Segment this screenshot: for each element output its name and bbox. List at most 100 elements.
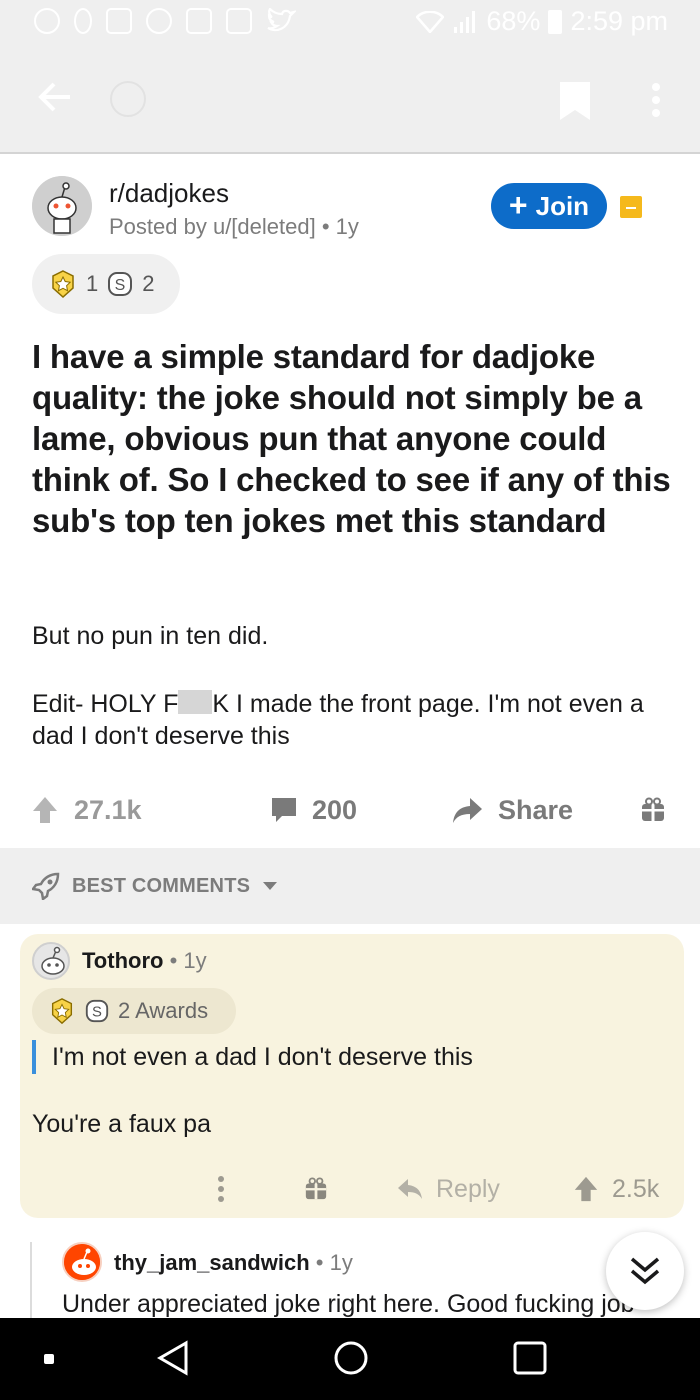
post-title: I have a simple standard for dadjoke qua…	[32, 338, 671, 539]
share-icon	[453, 798, 482, 823]
reply-author-line: thy_jam_sandwich • 1y	[114, 1250, 353, 1275]
snoo-avatar-icon	[64, 1244, 100, 1280]
svg-text:S: S	[115, 277, 126, 294]
search-app-icon	[146, 8, 172, 34]
system-nav-bar	[0, 1318, 700, 1400]
back-button[interactable]	[36, 78, 74, 121]
reply-label: Reply	[436, 1174, 500, 1203]
clock: 2:59 pm	[570, 6, 668, 36]
give-award-button[interactable]	[640, 788, 666, 832]
status-bar: 68% 2:59 pm	[0, 0, 700, 48]
comments-button[interactable]: 200	[270, 788, 357, 832]
more-vertical-icon	[218, 1176, 224, 1202]
arrow-left-icon	[38, 82, 70, 112]
archive-icon	[620, 196, 642, 218]
upvote-button[interactable]: 27.1k	[30, 788, 142, 832]
comment-actions: Reply 2.5k	[20, 1172, 684, 1206]
subreddit-avatar[interactable]	[32, 176, 92, 236]
upvote-arrow-icon	[33, 797, 57, 823]
chevron-down-icon	[263, 882, 278, 890]
sort-dropdown[interactable]: BEST COMMENTS	[32, 872, 278, 900]
gift-icon	[642, 797, 664, 821]
square-recents-icon	[513, 1341, 547, 1375]
censor-block	[178, 690, 213, 714]
join-label: Join	[535, 190, 590, 221]
nav-indicator-icon	[44, 1354, 54, 1364]
subreddit-name[interactable]: r/dadjokes	[109, 178, 229, 209]
comment-more-button[interactable]	[216, 1172, 226, 1206]
comment: Tothoro • 1y S 2 Awards I'm not even a d…	[20, 934, 684, 1218]
linkedin-icon	[106, 8, 132, 34]
comment-upvote-button[interactable]: 2.5k	[572, 1172, 659, 1206]
silver-award-icon: S	[85, 999, 109, 1023]
comment-awards-label: 2 Awards	[118, 998, 209, 1023]
next-comment-button[interactable]	[606, 1232, 684, 1310]
snoo-icon	[32, 176, 92, 236]
post-body-line: But no pun in ten did.	[32, 622, 269, 650]
edit-prefix: Edit- HOLY F	[32, 690, 179, 718]
svg-text:S: S	[92, 1005, 102, 1021]
comment-author-line: Tothoro • 1y	[82, 948, 207, 973]
twitter-icon	[266, 7, 298, 34]
more-options-button[interactable]	[650, 82, 662, 123]
share-label: Share	[498, 794, 574, 825]
gold-award-icon	[52, 270, 74, 299]
comment-reply-button[interactable]: Reply	[396, 1172, 500, 1206]
reply-author[interactable]: thy_jam_sandwich	[114, 1250, 310, 1275]
reply-avatar[interactable]	[62, 1242, 102, 1282]
gmail-icon	[186, 8, 212, 34]
comment-score: 2.5k	[612, 1174, 660, 1203]
battery-icon	[548, 9, 563, 34]
upvote-count: 27.1k	[74, 794, 142, 825]
notification-icons	[34, 7, 298, 34]
battery-percent: 68%	[486, 6, 541, 36]
silver-award-count: 2	[142, 271, 155, 296]
post-age: 1y	[335, 214, 359, 239]
comment-awards[interactable]: S 2 Awards	[32, 988, 236, 1034]
circle-home-icon	[334, 1341, 368, 1375]
wifi-icon	[416, 10, 445, 33]
app-bar	[0, 48, 700, 154]
snoo-avatar-icon	[41, 946, 65, 975]
post-meta: Posted by u/[deleted] • 1y	[109, 214, 359, 239]
reply-icon	[398, 1179, 422, 1199]
plus-icon: +	[508, 186, 528, 223]
nav-home-button[interactable]	[333, 1340, 369, 1381]
notification-icon	[74, 8, 92, 34]
triangle-back-icon	[156, 1340, 188, 1376]
calendar-icon	[226, 8, 252, 34]
join-button[interactable]: + Join	[491, 183, 607, 229]
comment-icon	[272, 798, 296, 822]
comment-quote: I'm not even a dad I don't deserve this	[32, 1040, 473, 1074]
status-right: 68% 2:59 pm	[416, 6, 668, 37]
more-vertical-icon	[652, 83, 660, 117]
bookmark-icon	[560, 82, 590, 120]
gold-award-icon	[51, 998, 73, 1025]
signal-icon	[454, 10, 476, 33]
save-button[interactable]	[560, 82, 590, 125]
subreddit-logo-icon	[110, 81, 146, 117]
comment-age: 1y	[183, 948, 207, 973]
silver-award-icon: S	[108, 272, 133, 296]
gold-award-count: 1	[86, 271, 99, 296]
rocket-icon	[32, 872, 60, 900]
post-actions: 27.1k 200 Share	[0, 788, 700, 832]
comment-count: 200	[312, 794, 358, 825]
post-header: r/dadjokes Posted by u/[deleted] • 1y + J…	[32, 176, 672, 239]
nav-back-button[interactable]	[156, 1340, 190, 1381]
nested-reply: thy_jam_sandwich • 1y Under appreciated …	[30, 1242, 700, 1318]
post-author[interactable]: Posted by u/[deleted]	[109, 214, 316, 239]
post-awards[interactable]: 1 S 2	[32, 254, 180, 314]
upvote-arrow-icon	[574, 1176, 598, 1202]
comment-author[interactable]: Tothoro	[82, 948, 163, 973]
comment-text: You're a faux pa	[32, 1110, 211, 1138]
reply-text: Under appreciated joke right here. Good …	[62, 1290, 635, 1318]
double-chevron-down-icon	[630, 1257, 660, 1285]
gift-icon	[305, 1177, 327, 1200]
comment-avatar[interactable]	[32, 942, 70, 980]
nav-recents-button[interactable]	[512, 1340, 548, 1381]
share-button[interactable]: Share	[452, 788, 573, 832]
post-edit-text: Edit- HOLY FK I made the front page. I'm…	[32, 688, 672, 752]
comment-award-button[interactable]	[304, 1172, 328, 1206]
reply-age: 1y	[329, 1250, 353, 1275]
